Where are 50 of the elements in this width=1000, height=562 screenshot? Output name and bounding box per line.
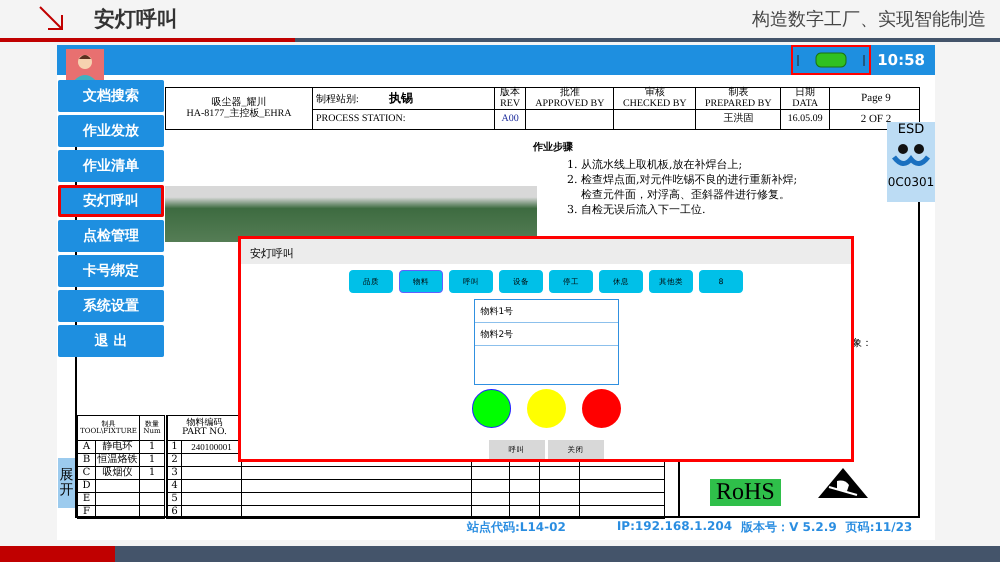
table-cell: 1	[168, 440, 182, 454]
version-text: 版本号：V 5.2.9	[741, 519, 837, 536]
expand-tab[interactable]: 展开	[58, 458, 75, 508]
slide-title: 安灯呼叫	[94, 6, 178, 33]
table-cell: 静电环	[96, 440, 140, 454]
arrow-icon	[38, 5, 66, 33]
value-cell: 16.05.09	[780, 110, 830, 130]
table-cell: 1	[140, 440, 166, 454]
table-cell: 5	[168, 492, 182, 506]
page-cell: Page 9	[830, 88, 920, 110]
status-light-icon	[796, 52, 866, 68]
value-cell: 王洪固	[696, 110, 781, 130]
table-cell: E	[78, 492, 96, 506]
table-cell: A	[78, 440, 96, 454]
clock-time: 10:58	[877, 51, 925, 69]
table-cell: 恒温烙铁	[96, 454, 140, 466]
table-cell: 3	[168, 466, 182, 480]
table-cell: 1	[140, 454, 166, 466]
ip-text: IP:192.168.1.204	[616, 519, 732, 535]
esd-label: ESD	[898, 122, 924, 137]
page-number-text: 页码:11/23	[846, 519, 912, 536]
station-code: 0C0301	[888, 175, 934, 189]
light-button[interactable]	[472, 389, 510, 428]
station-code-text: 站点代码:L14-02	[467, 519, 566, 536]
table-cell: 2	[168, 454, 182, 466]
station-cell: 制程站别: 执锡	[312, 88, 494, 110]
esd-warning-icon	[817, 467, 869, 499]
rohs-label: RoHS	[710, 479, 781, 506]
station-cell: PROCESS STATION:	[312, 110, 494, 130]
step-text: 2. 检查焊点面,对元件吃锡不良的进行重新补焊;	[567, 172, 798, 187]
table-cell: C	[78, 466, 96, 480]
avatar-icon[interactable]	[66, 49, 104, 83]
step-text: 检查元件面，对浮高、歪斜器件进行修复。	[581, 187, 791, 202]
table-cell: D	[78, 480, 96, 492]
table-cell: 6	[168, 506, 182, 518]
dialog-title: 安灯呼叫	[241, 239, 851, 264]
table-cell: F	[78, 506, 96, 518]
list-item[interactable]: 物料2号	[474, 323, 618, 346]
table-cell: 1	[140, 466, 166, 480]
list-item[interactable]: 物料1号	[474, 300, 618, 323]
table-cell: B	[78, 454, 96, 466]
table-cell: 4	[168, 480, 182, 492]
step-text: 3. 自检无误后流入下一工位.	[567, 202, 706, 217]
step-text: 1. 从流水线上取机板,放在补焊台上;	[567, 157, 744, 172]
value-cell: A00	[494, 110, 526, 130]
slogan: 构造数字工厂、实现智能制造	[752, 8, 986, 31]
steps-title: 作业步骤	[533, 140, 574, 154]
table-cell: 吸烟仪	[96, 466, 140, 480]
light-button[interactable]	[582, 389, 620, 428]
product-cell: 吸尘器_耀川 HA-8177_主控板_EHRA	[166, 88, 312, 130]
